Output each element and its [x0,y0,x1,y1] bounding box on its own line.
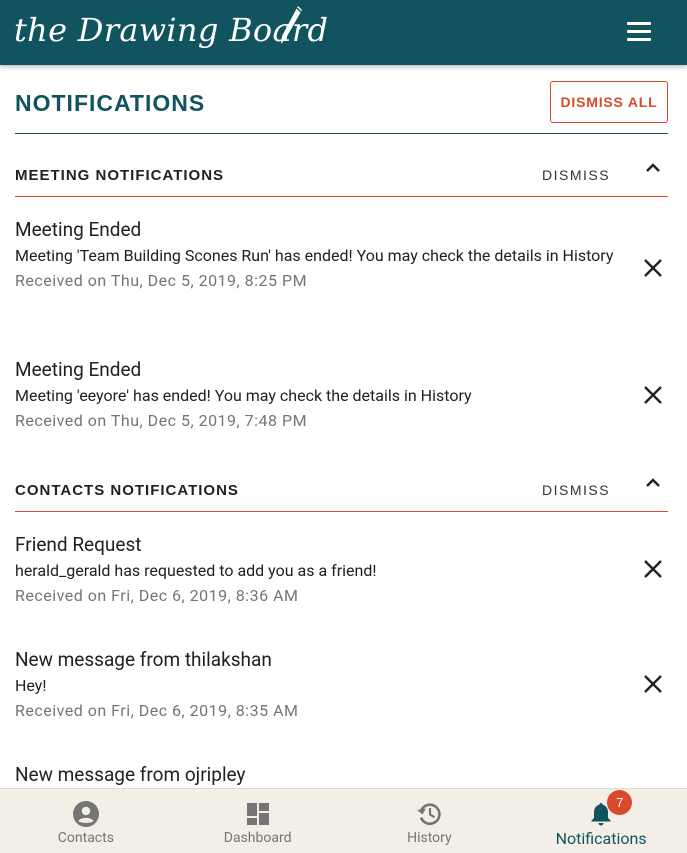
dismiss-all-button[interactable]: DISMISS ALL [550,81,668,123]
history-icon [417,803,442,826]
menu-bar [627,29,651,33]
section-dismiss-button[interactable]: DISMISS [542,482,610,498]
notification-item: Meeting Ended Meeting 'Team Building Sco… [15,217,668,293]
nav-history[interactable]: History [344,789,516,853]
notifications-content[interactable]: NOTIFICATIONS DISMISS ALL MEETING NOTIFI… [0,65,687,788]
notification-time: Received on Fri, Dec 6, 2019, 8:35 AM [15,701,299,720]
notification-title: New message from ojripley [15,763,246,786]
nav-label: Notifications [555,829,647,848]
notification-count-badge: 7 [607,790,633,815]
chevron-up-icon[interactable] [644,159,662,177]
close-icon[interactable] [642,673,664,695]
nav-contacts[interactable]: Contacts [0,789,172,853]
title-divider [15,133,668,134]
notification-title: Friend Request [15,533,142,556]
notification-body: Hey! [15,676,47,695]
close-icon[interactable] [642,257,664,279]
contacts-notifications-header: CONTACTS NOTIFICATIONS DISMISS [15,478,668,512]
nav-label: Dashboard [223,830,292,846]
page-title: NOTIFICATIONS [15,90,206,116]
nav-label: History [407,830,452,846]
menu-bar [627,21,651,25]
notification-item: New message from thilakshan Hey! Receive… [15,647,668,723]
notification-time: Received on Fri, Dec 6, 2019, 8:36 AM [15,586,299,605]
nav-label: Contacts [57,830,114,846]
dashboard-icon [246,803,269,825]
notification-time: Received on Thu, Dec 5, 2019, 7:48 PM [15,411,308,430]
section-dismiss-button[interactable]: DISMISS [542,167,610,183]
notification-item: Meeting Ended Meeting 'eeyore' has ended… [15,357,668,433]
notification-time: Received on Thu, Dec 5, 2019, 8:25 PM [15,271,308,290]
account-circle-icon [72,801,99,827]
section-title: MEETING NOTIFICATIONS [15,167,225,184]
nav-dashboard[interactable]: Dashboard [172,789,344,853]
nav-notifications[interactable]: 7 Notifications [515,789,687,853]
notification-title: New message from thilakshan [15,648,272,671]
notification-body: herald_gerald has requested to add you a… [15,561,377,580]
notification-body: Meeting 'Team Building Scones Run' has e… [15,246,614,265]
notification-body: Meeting 'eeyore' has ended! You may chec… [15,386,472,405]
hamburger-menu-button[interactable] [622,16,656,46]
notification-title: Meeting Ended [15,218,142,241]
notification-item: Friend Request herald_gerald has request… [15,532,668,608]
chevron-up-icon[interactable] [644,474,662,492]
close-icon[interactable] [642,558,664,580]
menu-bar [627,37,651,41]
bottom-navigation: Contacts Dashboard History 7 Notificatio… [0,788,687,853]
notification-item: New message from ojripley [15,762,668,788]
meeting-notifications-header: MEETING NOTIFICATIONS DISMISS [15,163,668,197]
app-bar: the Drawing Board [0,0,687,65]
pen-icon [281,6,302,44]
close-icon[interactable] [642,384,664,406]
notification-title: Meeting Ended [15,358,142,381]
section-title: CONTACTS NOTIFICATIONS [15,482,239,499]
